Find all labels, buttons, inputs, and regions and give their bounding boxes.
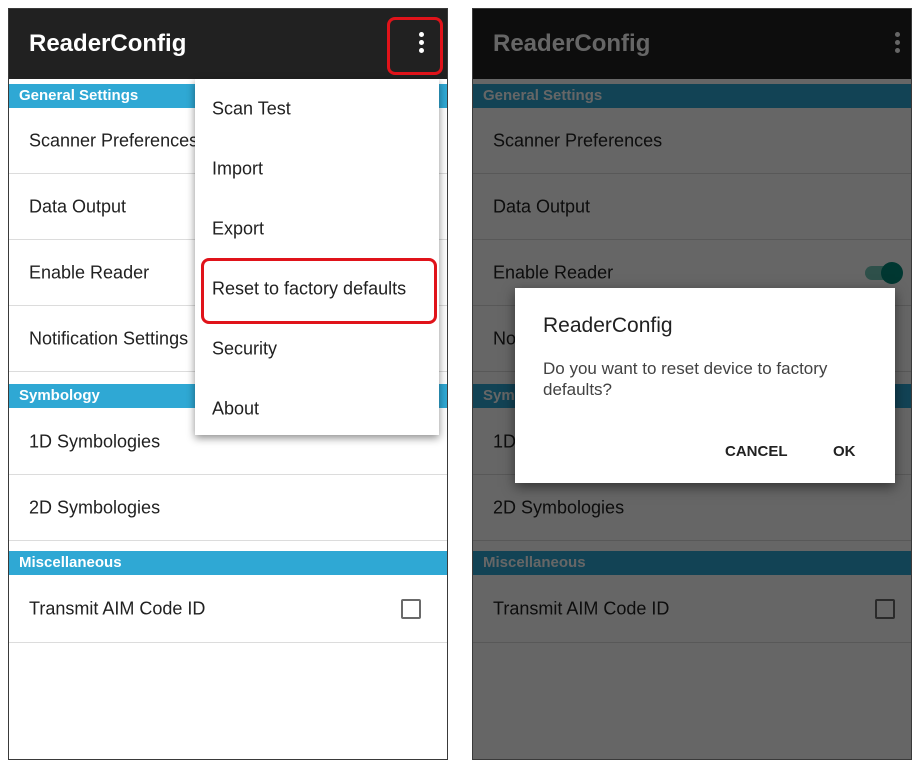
- menu-item-label: Scan Test: [212, 98, 291, 119]
- highlight-reset-menu-item: [201, 258, 437, 324]
- screen-menu-open: ReaderConfig General Settings Scanner Pr…: [8, 8, 448, 760]
- overflow-menu: Scan Test Import Export Reset to factory…: [195, 79, 439, 435]
- dialog-title: ReaderConfig: [543, 314, 673, 337]
- highlight-overflow-button: [387, 17, 443, 75]
- reset-confirm-dialog: ReaderConfig Do you want to reset device…: [515, 288, 895, 483]
- app-bar: ReaderConfig: [9, 9, 447, 79]
- settings-item-label: 1D Symbologies: [29, 431, 161, 451]
- settings-item-label: Data Output: [29, 196, 127, 216]
- menu-item-label: About: [212, 398, 260, 419]
- app-title: ReaderConfig: [29, 30, 187, 57]
- section-miscellaneous: Miscellaneous: [9, 551, 447, 575]
- cancel-button[interactable]: CANCEL: [725, 443, 788, 460]
- settings-item-label: Scanner Preferences: [29, 130, 199, 150]
- settings-item-label: Transmit AIM Code ID: [29, 598, 206, 618]
- menu-item-label: Export: [212, 218, 265, 239]
- settings-item-2d-symbologies[interactable]: 2D Symbologies: [9, 475, 447, 541]
- dialog-message: Do you want to reset device to factory d…: [543, 359, 828, 399]
- menu-item-import[interactable]: Import: [195, 139, 439, 199]
- menu-item-scan-test[interactable]: Scan Test: [195, 79, 439, 139]
- menu-item-about[interactable]: About: [195, 379, 439, 439]
- menu-item-security[interactable]: Security: [195, 319, 439, 379]
- checkbox-unchecked-icon[interactable]: [401, 598, 421, 619]
- settings-item-label: 2D Symbologies: [29, 497, 161, 517]
- ok-button[interactable]: OK: [833, 443, 856, 460]
- settings-item-label: Enable Reader: [29, 262, 150, 282]
- menu-item-label: Import: [212, 158, 264, 179]
- screen-reset-dialog: ReaderConfig General Settings Scanner Pr…: [472, 8, 912, 760]
- menu-item-label: Security: [212, 338, 278, 359]
- settings-item-transmit-aim-code-id[interactable]: Transmit AIM Code ID: [9, 575, 447, 643]
- settings-item-label: Notification Settings: [29, 328, 189, 348]
- menu-item-export[interactable]: Export: [195, 199, 439, 259]
